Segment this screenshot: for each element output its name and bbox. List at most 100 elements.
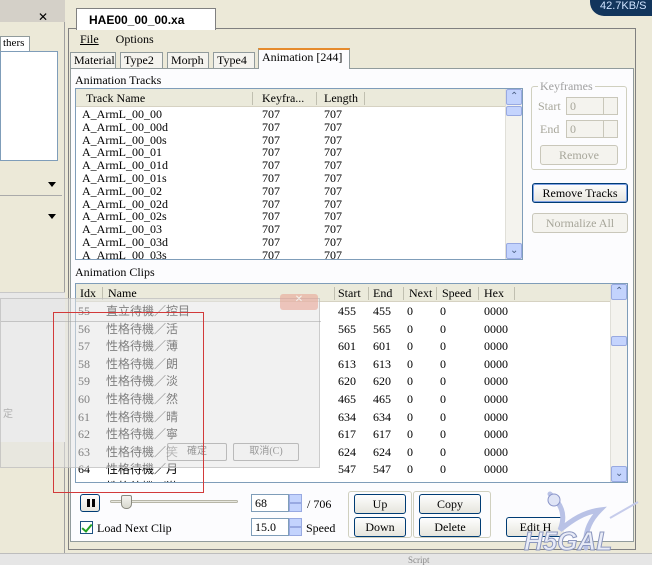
- slider-thumb[interactable]: [121, 495, 133, 509]
- close-icon[interactable]: ✕: [38, 10, 54, 24]
- clip-start-cell: 613: [338, 356, 356, 371]
- spinner-arrows-icon[interactable]: [603, 98, 617, 114]
- track-name-cell: A_ArmL_00_01s: [82, 170, 167, 185]
- scroll-thumb[interactable]: [506, 106, 522, 116]
- highlight-box: [53, 312, 204, 493]
- clips-scrollbar[interactable]: ⌃ ⌄: [610, 284, 627, 482]
- left-pane-tab[interactable]: thers: [0, 36, 30, 52]
- clip-end-cell: 617: [373, 427, 391, 442]
- down-button[interactable]: Down: [354, 517, 406, 537]
- pause-icon: [87, 499, 90, 507]
- clip-hex-cell: 0000: [484, 427, 508, 442]
- clip-hex-cell: 0000: [484, 462, 508, 477]
- track-row[interactable]: A_ArmL_00_00d 707 707: [76, 119, 522, 134]
- speed-input[interactable]: 15.0: [251, 518, 289, 536]
- scroll-thumb[interactable]: [611, 336, 627, 346]
- tab-animation[interactable]: Animation [244]: [258, 48, 350, 69]
- spinner-down-icon[interactable]: [289, 503, 302, 512]
- col-hex[interactable]: Hex: [484, 286, 504, 301]
- clip-hex-cell: 0000: [484, 391, 508, 406]
- col-next[interactable]: Next: [409, 286, 432, 301]
- track-name-cell: A_ArmL_00_02: [82, 183, 162, 198]
- track-name-cell: A_ArmL_00_00: [82, 107, 162, 121]
- track-length-cell: 707: [324, 234, 342, 249]
- col-keyframes[interactable]: Keyfra...: [262, 91, 304, 106]
- tab-material[interactable]: Material: [70, 52, 116, 68]
- start-value: 0: [570, 99, 576, 113]
- clip-hex-cell: 0000: [484, 356, 508, 371]
- up-button[interactable]: Up: [354, 494, 406, 514]
- clip-hex-cell: 0000: [484, 374, 508, 389]
- track-length-cell: 707: [324, 183, 342, 198]
- clip-hex-cell: 0000: [484, 339, 508, 354]
- scroll-up-button[interactable]: ⌃: [506, 89, 522, 105]
- remove-tracks-button[interactable]: Remove Tracks: [532, 183, 628, 203]
- chevron-up-icon: ⌃: [510, 91, 519, 102]
- col-start[interactable]: Start: [338, 286, 361, 301]
- left-pane-dropdown-2[interactable]: [0, 206, 62, 228]
- tab-morph[interactable]: Morph: [167, 52, 209, 68]
- frame-slider[interactable]: [106, 494, 242, 512]
- scroll-down-button[interactable]: ⌄: [506, 243, 522, 259]
- spinner-arrows-icon[interactable]: [603, 121, 617, 137]
- track-name-cell: A_ArmL_00_03d: [82, 234, 168, 249]
- menu-options[interactable]: Options: [116, 32, 154, 46]
- end-spinner[interactable]: 0: [566, 120, 618, 138]
- col-end[interactable]: End: [373, 286, 392, 301]
- clip-start-cell: 624: [338, 444, 356, 459]
- clip-speed-cell: 0: [440, 409, 446, 424]
- spinner-up-icon[interactable]: [289, 518, 302, 527]
- clip-next-cell: 0: [407, 462, 413, 477]
- track-length-cell: 707: [324, 119, 342, 134]
- copy-button[interactable]: Copy: [419, 494, 481, 514]
- spinner-up-icon[interactable]: [289, 494, 302, 503]
- speed-label: Speed: [306, 521, 336, 535]
- clip-next-cell: 0: [407, 339, 413, 354]
- track-row[interactable]: A_ArmL_00_01s 707 707: [76, 172, 522, 185]
- clip-end-cell: 547: [373, 462, 391, 477]
- col-track-name[interactable]: Track Name: [86, 91, 145, 106]
- col-speed[interactable]: Speed: [442, 286, 471, 301]
- tab-type4[interactable]: Type4: [213, 52, 255, 68]
- left-pane-dropdown-1[interactable]: [0, 174, 62, 196]
- spinner-down-icon[interactable]: [289, 527, 302, 536]
- frame-input[interactable]: 68: [251, 494, 289, 512]
- clip-start-cell: 455: [338, 304, 356, 318]
- normalize-all-button[interactable]: Normalize All: [532, 213, 628, 233]
- track-name-cell: A_ArmL_00_03s: [82, 247, 167, 260]
- track-length-cell: 707: [324, 247, 342, 260]
- tracks-header: Track Name Keyfra... Length: [76, 89, 522, 107]
- animation-tracks-list[interactable]: Track Name Keyfra... Length A_ArmL_00_00…: [75, 88, 523, 260]
- clip-hex-cell: 0000: [484, 409, 508, 424]
- scroll-down-button[interactable]: ⌄: [611, 466, 627, 482]
- track-row[interactable]: A_ArmL_00_00 707 707: [76, 108, 522, 121]
- clip-end-cell: 465: [373, 391, 391, 406]
- load-next-clip-checkbox[interactable]: [80, 521, 93, 534]
- scroll-up-button[interactable]: ⌃: [611, 284, 627, 300]
- track-keyframes-cell: 707: [262, 183, 280, 198]
- watermark-graphic: H5GAL: [524, 491, 639, 557]
- clip-start-cell: 620: [338, 374, 356, 389]
- track-name-cell: A_ArmL_00_00d: [82, 119, 168, 134]
- frame-total: / 706: [307, 497, 332, 511]
- track-length-cell: 707: [324, 107, 342, 121]
- document-tab[interactable]: HAE00_00_00.xa: [76, 8, 216, 30]
- track-row[interactable]: A_ArmL_00_03s 707 707: [76, 247, 522, 260]
- remove-keyframes-button[interactable]: Remove: [540, 145, 618, 165]
- tab-type2[interactable]: Type2: [120, 52, 163, 68]
- menu-file[interactable]: File: [80, 32, 99, 46]
- chevron-down-icon: [48, 182, 56, 187]
- delete-button[interactable]: Delete: [419, 517, 481, 537]
- pause-button[interactable]: [80, 494, 100, 512]
- track-row[interactable]: A_ArmL_00_02 707 707: [76, 183, 522, 198]
- track-row[interactable]: A_ArmL_00_03d 707 707: [76, 236, 522, 249]
- clip-next-cell: 0: [407, 356, 413, 371]
- clip-speed-cell: 0: [440, 462, 446, 477]
- frame-value: 68: [255, 496, 267, 510]
- start-spinner[interactable]: 0: [566, 97, 618, 115]
- clip-end-cell: 565: [373, 321, 391, 336]
- chevron-down-icon: [48, 214, 56, 219]
- left-pane-list[interactable]: [0, 51, 58, 161]
- col-length[interactable]: Length: [324, 91, 358, 106]
- tracks-scrollbar[interactable]: ⌃ ⌄: [505, 89, 522, 259]
